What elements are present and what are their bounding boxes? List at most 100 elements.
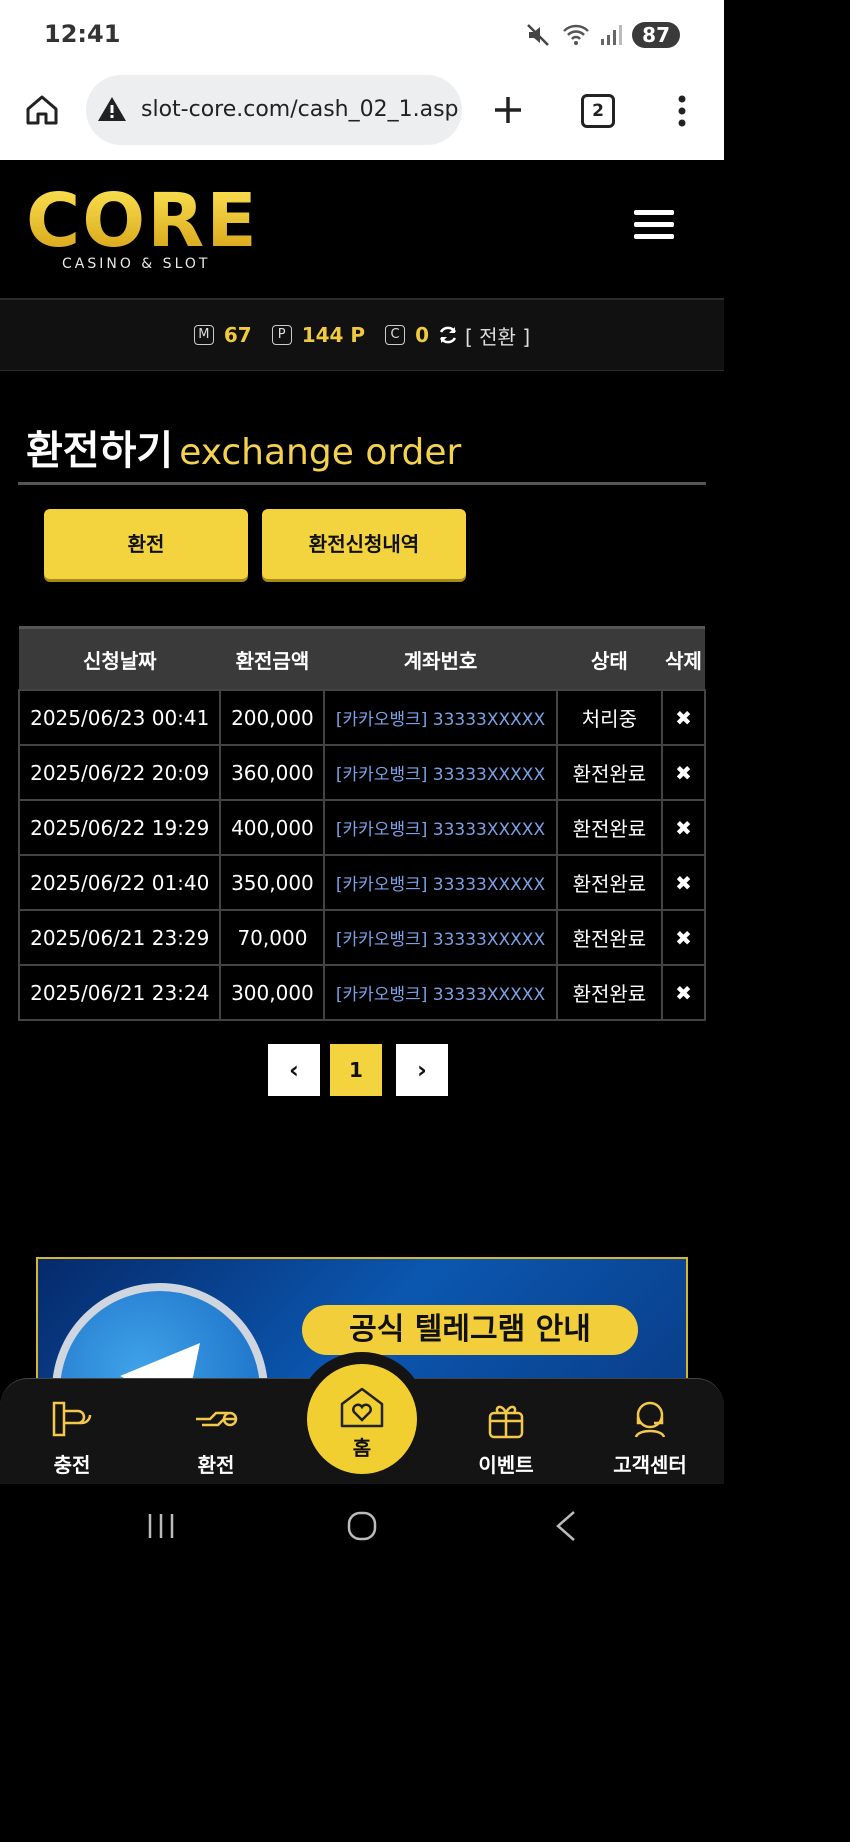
status-bar: 12:41 87 (0, 0, 724, 72)
cell-date: 2025/06/21 23:29 (17, 909, 222, 966)
back-icon[interactable] (554, 1510, 578, 1542)
delete-x-icon[interactable]: ✖ (675, 871, 692, 895)
table-header-row: 신청날짜 환전금액 계좌번호 상태 삭제 (19, 626, 705, 690)
delete-x-icon[interactable]: ✖ (675, 816, 692, 840)
cell-date: 2025/06/22 01:40 (17, 854, 222, 911)
delete-button[interactable]: ✖ (661, 964, 706, 1021)
refresh-icon[interactable] (437, 324, 459, 346)
system-icons: 87 (526, 22, 680, 48)
cell-amount: 70,000 (219, 909, 326, 966)
cell-status: 처리중 (555, 689, 664, 746)
home-heart-icon (340, 1387, 384, 1428)
prev-page-button[interactable]: ‹ (268, 1044, 320, 1096)
table-row: 2025/06/22 20:09 360,000 [카카오뱅크] 33333XX… (17, 744, 706, 801)
nav-support[interactable]: 고객센터 (590, 1397, 710, 1478)
nav-exchange[interactable]: 환전 (156, 1397, 276, 1478)
page-title-ko: 환전하기 (26, 428, 174, 474)
delete-x-icon[interactable]: ✖ (675, 761, 692, 785)
android-home-icon[interactable] (346, 1510, 378, 1542)
nav-event[interactable]: 이벤트 (446, 1397, 566, 1478)
next-page-button[interactable]: › (396, 1044, 448, 1096)
delete-button[interactable]: ✖ (661, 744, 706, 801)
delete-button[interactable]: ✖ (661, 689, 706, 746)
header-amount: 환전금액 (220, 626, 325, 690)
address-bar[interactable]: slot-core.com/cash_02_1.asp (86, 75, 462, 145)
nav-charge[interactable]: 충전 (12, 1397, 132, 1478)
money-value: 67 (223, 323, 252, 347)
delete-x-icon[interactable]: ✖ (675, 706, 692, 730)
points-bar: M 67 P 144 P C0 [ 전환 ] (0, 300, 724, 371)
table-row: 2025/06/22 19:29 400,000 [카카오뱅크] 33333XX… (17, 799, 706, 856)
page-title: 환전하기 exchange order (26, 418, 461, 476)
table-row: 2025/06/21 23:24 300,000 [카카오뱅크] 33333XX… (17, 964, 706, 1021)
cell-account: [카카오뱅크] 33333XXXXX (323, 744, 558, 801)
nav-event-label: 이벤트 (478, 1453, 534, 1477)
warning-icon[interactable] (96, 95, 128, 123)
page-1-button[interactable]: 1 (330, 1044, 382, 1096)
table-row: 2025/06/22 01:40 350,000 [카카오뱅크] 33333XX… (17, 854, 706, 911)
point-icon: P (271, 325, 292, 345)
signal-icon (601, 25, 623, 45)
cell-date: 2025/06/23 00:41 (17, 689, 222, 746)
exchange-icon (196, 1411, 238, 1427)
delete-button[interactable]: ✖ (661, 854, 706, 911)
table-row: 2025/06/21 23:29 70,000 [카카오뱅크] 33333XXX… (17, 909, 706, 966)
delete-button[interactable]: ✖ (661, 799, 706, 856)
delete-button[interactable]: ✖ (661, 909, 706, 966)
hamburger-menu-icon[interactable] (634, 210, 674, 244)
more-menu-icon[interactable] (672, 94, 692, 128)
cell-status: 환전완료 (555, 964, 664, 1021)
logo-word: CORE (26, 178, 259, 264)
coin-icon: C (385, 325, 406, 345)
header-delete: 삭제 (662, 626, 705, 690)
site-logo[interactable]: CORE CASINO & SLOT (26, 178, 259, 272)
home-icon[interactable] (24, 92, 60, 128)
nav-support-label: 고객센터 (613, 1453, 687, 1477)
cell-status: 환전완료 (555, 744, 664, 801)
recent-apps-icon[interactable] (146, 1512, 176, 1540)
cell-date: 2025/06/21 23:24 (17, 964, 222, 1021)
cell-status: 환전완료 (555, 854, 664, 911)
cell-date: 2025/06/22 20:09 (17, 744, 222, 801)
exchange-history-table: 신청날짜 환전금액 계좌번호 상태 삭제 2025/06/23 00:41 20… (17, 626, 706, 1021)
delete-x-icon[interactable]: ✖ (675, 981, 692, 1005)
convert-button[interactable]: [ 전환 ] (465, 321, 530, 350)
cell-status: 환전완료 (555, 909, 664, 966)
nav-exchange-label: 환전 (197, 1453, 235, 1477)
url-text[interactable]: slot-core.com/cash_02_1.asp (141, 97, 459, 122)
charge-icon (52, 1401, 92, 1437)
cell-date: 2025/06/22 19:29 (17, 799, 222, 856)
mute-icon (527, 24, 550, 46)
exchange-button[interactable]: 환전 (44, 509, 248, 579)
nav-home-label: 홈 (352, 1436, 372, 1460)
nav-home[interactable]: 홈 (307, 1364, 417, 1474)
battery-level: 87 (632, 22, 680, 48)
money-icon: M (193, 325, 214, 345)
header-status: 상태 (556, 626, 663, 690)
header-account: 계좌번호 (324, 626, 557, 690)
site-header: CORE CASINO & SLOT (0, 160, 724, 300)
cell-amount: 300,000 (219, 964, 326, 1021)
table-row: 2025/06/23 00:41 200,000 [카카오뱅크] 33333XX… (17, 689, 706, 746)
cell-account: [카카오뱅크] 33333XXXXX (323, 909, 558, 966)
page-title-en: exchange order (179, 432, 462, 473)
cell-account: [카카오뱅크] 33333XXXXX (323, 689, 558, 746)
header-date: 신청날짜 (19, 626, 221, 690)
coin-value: 0 (415, 323, 429, 347)
android-navigation-bar (0, 1484, 724, 1568)
new-tab-icon[interactable] (492, 94, 524, 126)
cell-amount: 350,000 (219, 854, 326, 911)
banner-title: 공식 텔레그램 안내 (302, 1305, 638, 1355)
cell-account: [카카오뱅크] 33333XXXXX (323, 964, 558, 1021)
headset-icon (634, 1401, 666, 1438)
point-value: 144 P (301, 323, 366, 347)
exchange-history-button[interactable]: 환전신청내역 (262, 509, 466, 579)
cell-amount: 200,000 (219, 689, 326, 746)
gift-icon (488, 1405, 524, 1439)
status-time: 12:41 (44, 20, 121, 48)
cell-account: [카카오뱅크] 33333XXXXX (323, 854, 558, 911)
cell-status: 환전완료 (555, 799, 664, 856)
tab-switcher-button[interactable]: 2 (581, 94, 615, 128)
browser-toolbar: slot-core.com/cash_02_1.asp 2 (0, 72, 724, 160)
delete-x-icon[interactable]: ✖ (675, 926, 692, 950)
